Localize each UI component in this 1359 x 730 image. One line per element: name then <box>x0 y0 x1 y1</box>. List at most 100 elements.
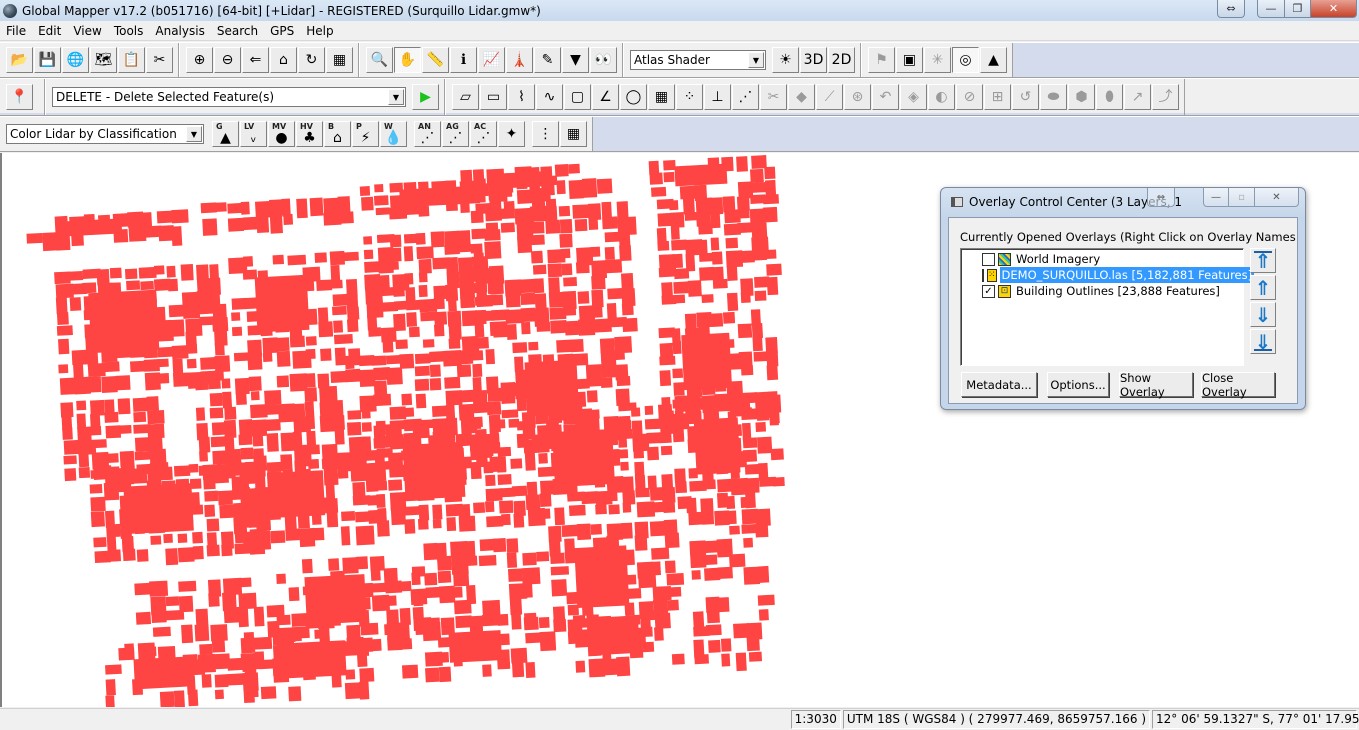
create-point-on-line-button[interactable]: ⊥ <box>704 84 731 110</box>
measure-button[interactable]: 📏 <box>422 47 449 73</box>
create-line-button[interactable]: ⌇ <box>508 84 535 110</box>
maximize-button[interactable]: ❐ <box>1285 0 1311 18</box>
overlay-visibility-checkbox[interactable]: ✓ <box>982 284 995 298</box>
overlay-name[interactable]: Building Outlines [23,888 Features] <box>1014 283 1243 299</box>
feature-info-button[interactable]: ℹ <box>450 47 477 73</box>
create-area-button[interactable]: ▱ <box>452 84 479 110</box>
close-button[interactable]: ✕ <box>1311 0 1357 18</box>
metadata-button[interactable]: Metadata... <box>961 372 1037 397</box>
auto-classify-buildings-button[interactable]: AC ⋰ <box>470 121 497 147</box>
building-class-button[interactable]: B ⌂ <box>324 121 351 147</box>
close-overlay-button[interactable]: Close Overlay <box>1201 371 1275 399</box>
edit-vertices-button[interactable]: ⋰ <box>732 84 759 110</box>
dialog-resize-button[interactable]: ⇔ <box>1147 188 1175 207</box>
overlay-name[interactable]: World Imagery <box>1014 251 1243 267</box>
menu-view[interactable]: View <box>67 21 107 41</box>
2d-3d-link-button[interactable]: 2D <box>828 47 855 73</box>
options-button[interactable]: Options... <box>1047 372 1109 397</box>
overlay-name[interactable]: DEMO_SURQUILLO.las [5,182,881 Features] <box>999 267 1255 283</box>
ground-class-button[interactable]: G ▲ <box>212 121 239 147</box>
buffer-area-button[interactable]: ◈ <box>900 84 927 110</box>
create-circles-button[interactable]: ◯ <box>620 84 647 110</box>
lidar-color-select[interactable]: Color Lidar by Classification ▼ <box>6 124 204 144</box>
dropdown-tool-button[interactable]: ▼ <box>562 47 589 73</box>
map-pin-button[interactable]: 📍 <box>6 84 33 110</box>
color-grid-button[interactable]: ▦ <box>560 121 587 147</box>
move-down-button[interactable]: ⇓ <box>1250 302 1276 327</box>
pan-hand-button[interactable]: ✋ <box>394 47 421 73</box>
create-cogo-button[interactable]: ∠ <box>592 84 619 110</box>
crop-area-button[interactable]: ◐ <box>928 84 955 110</box>
show-overlay-button[interactable]: Show Overlay <box>1119 371 1193 399</box>
digitizer-button[interactable]: ✎ <box>534 47 561 73</box>
move-to-top-button[interactable]: ⇑ <box>1250 248 1276 273</box>
gps-flag-button[interactable]: ⚑ <box>868 47 895 73</box>
menu-file[interactable]: File <box>0 21 32 41</box>
overlay-visibility-checkbox[interactable] <box>982 252 995 266</box>
low-vegetation-class-button[interactable]: LV ᵥ <box>240 121 267 147</box>
resize-arrows-button[interactable]: ⇔ <box>1217 0 1245 18</box>
grid-split-button[interactable]: ⊞ <box>984 84 1011 110</box>
zoom-out-button[interactable]: ⊖ <box>214 47 241 73</box>
split-feature-button[interactable]: ✂ <box>760 84 787 110</box>
dialog-maximize-button[interactable]: ▫ <box>1229 188 1255 207</box>
north-arrow-button[interactable]: ▲ <box>980 47 1007 73</box>
shader-select[interactable]: Atlas Shader ▼ <box>630 50 766 70</box>
chevron-down-icon[interactable]: ▼ <box>388 89 404 105</box>
move-to-bottom-button[interactable]: ⇓ <box>1250 329 1276 354</box>
binoculars-button[interactable]: 👀 <box>590 47 617 73</box>
create-grid-button[interactable]: ▦ <box>648 84 675 110</box>
overlay-row-building-outlines[interactable]: ✓ ⊡ Building Outlines [23,888 Features] <box>961 283 1243 299</box>
dialog-title-bar[interactable]: Overlay Control Center (3 Layers, 1 Sele… <box>941 188 1305 216</box>
filled-area-button[interactable]: ⬮ <box>1096 84 1123 110</box>
menu-gps[interactable]: GPS <box>264 21 300 41</box>
dialog-minimize-button[interactable]: — <box>1203 188 1229 207</box>
split-line-button[interactable]: ⊘ <box>956 84 983 110</box>
full-view-button[interactable]: ▦ <box>326 47 353 73</box>
extend-line-button[interactable]: ↗ <box>1124 84 1151 110</box>
tower-button[interactable]: 🗼 <box>506 47 533 73</box>
menu-edit[interactable]: Edit <box>32 21 67 41</box>
refresh-button[interactable]: ↻ <box>298 47 325 73</box>
gps-info-button[interactable]: ▣ <box>896 47 923 73</box>
map-layout-button[interactable]: 🗺 <box>90 47 117 73</box>
zoom-tool-button[interactable]: 🔍 <box>366 47 393 73</box>
auto-classify-ground-button[interactable]: AG ⋰ <box>442 121 469 147</box>
save-button[interactable]: 💾 <box>34 47 61 73</box>
action-select[interactable]: DELETE - Delete Selected Feature(s) ▼ <box>52 87 406 107</box>
lidar-filter-button[interactable]: ⋮ <box>532 121 559 147</box>
auto-classify-noise-button[interactable]: AN ⋰ <box>414 121 441 147</box>
overlay-row-demo-surquillo[interactable]: ⁙ DEMO_SURQUILLO.las [5,182,881 Features… <box>961 267 1255 283</box>
move-feature-button[interactable]: ↶ <box>872 84 899 110</box>
medium-vegetation-class-button[interactable]: MV ● <box>268 121 295 147</box>
rotate-feature-button[interactable]: ⊛ <box>844 84 871 110</box>
cut-line-button[interactable]: ⟋ <box>816 84 843 110</box>
zoom-in-button[interactable]: ⊕ <box>186 47 213 73</box>
overlay-visibility-checkbox[interactable] <box>982 268 984 282</box>
combine-areas-button[interactable]: ◆ <box>788 84 815 110</box>
create-points-button[interactable]: ⁘ <box>676 84 703 110</box>
area-tools-button[interactable]: ⬢ <box>1068 84 1095 110</box>
rotate-copy-button[interactable]: ↺ <box>1012 84 1039 110</box>
run-action-button[interactable]: ▶ <box>412 84 439 110</box>
create-rectangle-line-button[interactable]: ▢ <box>564 84 591 110</box>
menu-tools[interactable]: Tools <box>108 21 150 41</box>
shader-settings-button[interactable]: ☀ <box>772 47 799 73</box>
home-button[interactable]: ⌂ <box>270 47 297 73</box>
square-corner-button[interactable]: ⤴ <box>1152 84 1179 110</box>
globe-button[interactable]: 🌐 <box>62 47 89 73</box>
menu-analysis[interactable]: Analysis <box>149 21 210 41</box>
high-vegetation-class-button[interactable]: HV ♣ <box>296 121 323 147</box>
dialog-close-button[interactable]: ✕ <box>1255 188 1299 207</box>
minimize-button[interactable]: — <box>1257 0 1285 18</box>
zoom-to-layer-button[interactable]: ⇐ <box>242 47 269 73</box>
path-profile-button[interactable]: 📈 <box>478 47 505 73</box>
water-class-button[interactable]: W 💧 <box>380 121 407 147</box>
create-rectangle-area-button[interactable]: ▭ <box>480 84 507 110</box>
move-up-button[interactable]: ⇑ <box>1250 275 1276 300</box>
gps-track-button[interactable]: ✳ <box>924 47 951 73</box>
open-folder-button[interactable]: 📂 <box>6 47 33 73</box>
menu-help[interactable]: Help <box>300 21 339 41</box>
lidar-select-button[interactable]: ✦ <box>498 121 525 147</box>
overlay-list[interactable]: World Imagery ⁙ DEMO_SURQUILLO.las [5,18… <box>960 248 1255 366</box>
